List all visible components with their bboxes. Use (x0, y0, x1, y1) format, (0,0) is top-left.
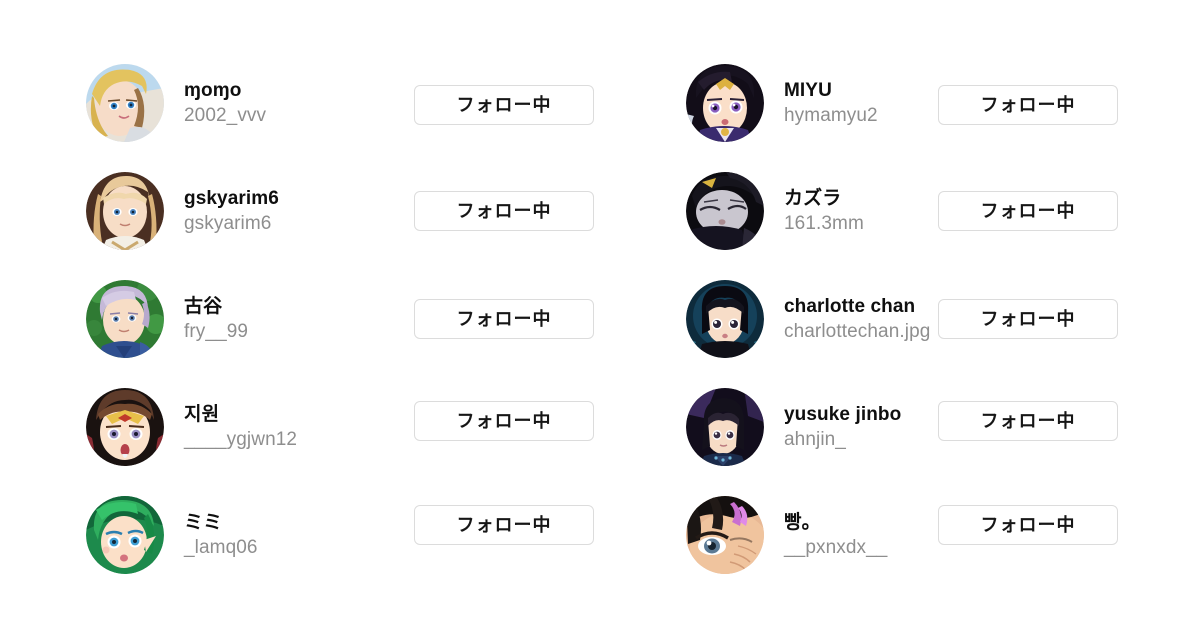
follow-button[interactable]: フォロー中 (938, 299, 1118, 339)
follow-button[interactable]: フォロー中 (414, 505, 594, 545)
avatar[interactable] (686, 388, 764, 466)
follow-button[interactable]: フォロー中 (938, 401, 1118, 441)
avatar[interactable] (86, 496, 164, 574)
follow-button[interactable]: フォロー中 (414, 85, 594, 125)
follow-button[interactable]: フォロー中 (414, 191, 594, 231)
avatar[interactable] (686, 172, 764, 250)
right-column: MIYU hymamyu2 フォロー中 カズラ 161.3mm フォロー中 charlo… (600, 0, 1200, 630)
left-column: ɱoɱo 2002_vvv フォロー中 gskyarim6 gskyarim6 フォロー… (0, 0, 600, 630)
follow-button[interactable]: フォロー中 (938, 505, 1118, 545)
follow-button[interactable]: フォロー中 (938, 191, 1118, 231)
avatar[interactable] (86, 64, 164, 142)
following-list-page: ɱoɱo 2002_vvv フォロー中 gskyarim6 gskyarim6 フォロー… (0, 0, 1200, 630)
follow-button[interactable]: フォロー中 (938, 85, 1118, 125)
avatar[interactable] (686, 64, 764, 142)
avatar[interactable] (686, 496, 764, 574)
avatar[interactable] (86, 172, 164, 250)
follow-button[interactable]: フォロー中 (414, 401, 594, 441)
avatar[interactable] (86, 280, 164, 358)
avatar[interactable] (686, 280, 764, 358)
follow-button[interactable]: フォロー中 (414, 299, 594, 339)
avatar[interactable] (86, 388, 164, 466)
